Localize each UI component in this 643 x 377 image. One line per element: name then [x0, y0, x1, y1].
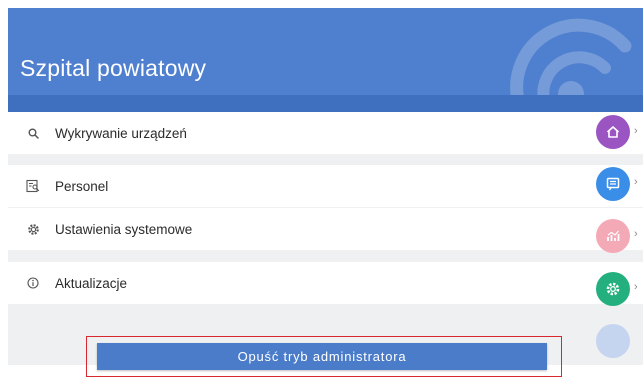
search-icon [26, 126, 40, 140]
info-icon [26, 276, 40, 290]
chevron-right-icon: › [634, 281, 638, 293]
signal-logo-icon [510, 18, 632, 95]
staff-icon [26, 179, 40, 193]
settings-icon [606, 282, 620, 296]
menu-item-staff[interactable]: Personel [8, 165, 643, 207]
gear-icon [26, 222, 40, 236]
app-frame: Szpital powiatowy Wykrywanie urządzeń Pe… [8, 8, 643, 365]
messages-fab[interactable] [596, 167, 630, 201]
chevron-right-icon: › [634, 176, 638, 188]
menu-item-label: Aktualizacje [55, 275, 128, 291]
header-divider [8, 95, 643, 112]
home-icon [606, 126, 620, 138]
settings-fab[interactable] [596, 272, 630, 306]
chart-icon [607, 230, 620, 241]
menu-item-label: Personel [55, 178, 109, 194]
menu-item-label: Ustawienia systemowe [55, 221, 193, 237]
page-title: Szpital powiatowy [20, 55, 207, 81]
exit-admin-mode-button[interactable]: Opuść tryb administratora [97, 343, 547, 370]
collapsed-fab[interactable] [596, 324, 630, 358]
menu-item-label: Wykrywanie urządzeń [55, 125, 187, 141]
home-fab[interactable] [596, 115, 630, 149]
menu-item-updates[interactable]: Aktualizacje [8, 262, 643, 304]
app-header: Szpital powiatowy [8, 8, 643, 95]
chevron-right-icon: › [634, 228, 638, 240]
statistics-fab[interactable] [596, 219, 630, 253]
chevron-right-icon: › [634, 125, 638, 137]
menu-item-system-settings[interactable]: Ustawienia systemowe [8, 208, 643, 250]
menu-item-device-discovery[interactable]: Wykrywanie urządzeń [8, 112, 643, 154]
message-icon [606, 177, 620, 191]
